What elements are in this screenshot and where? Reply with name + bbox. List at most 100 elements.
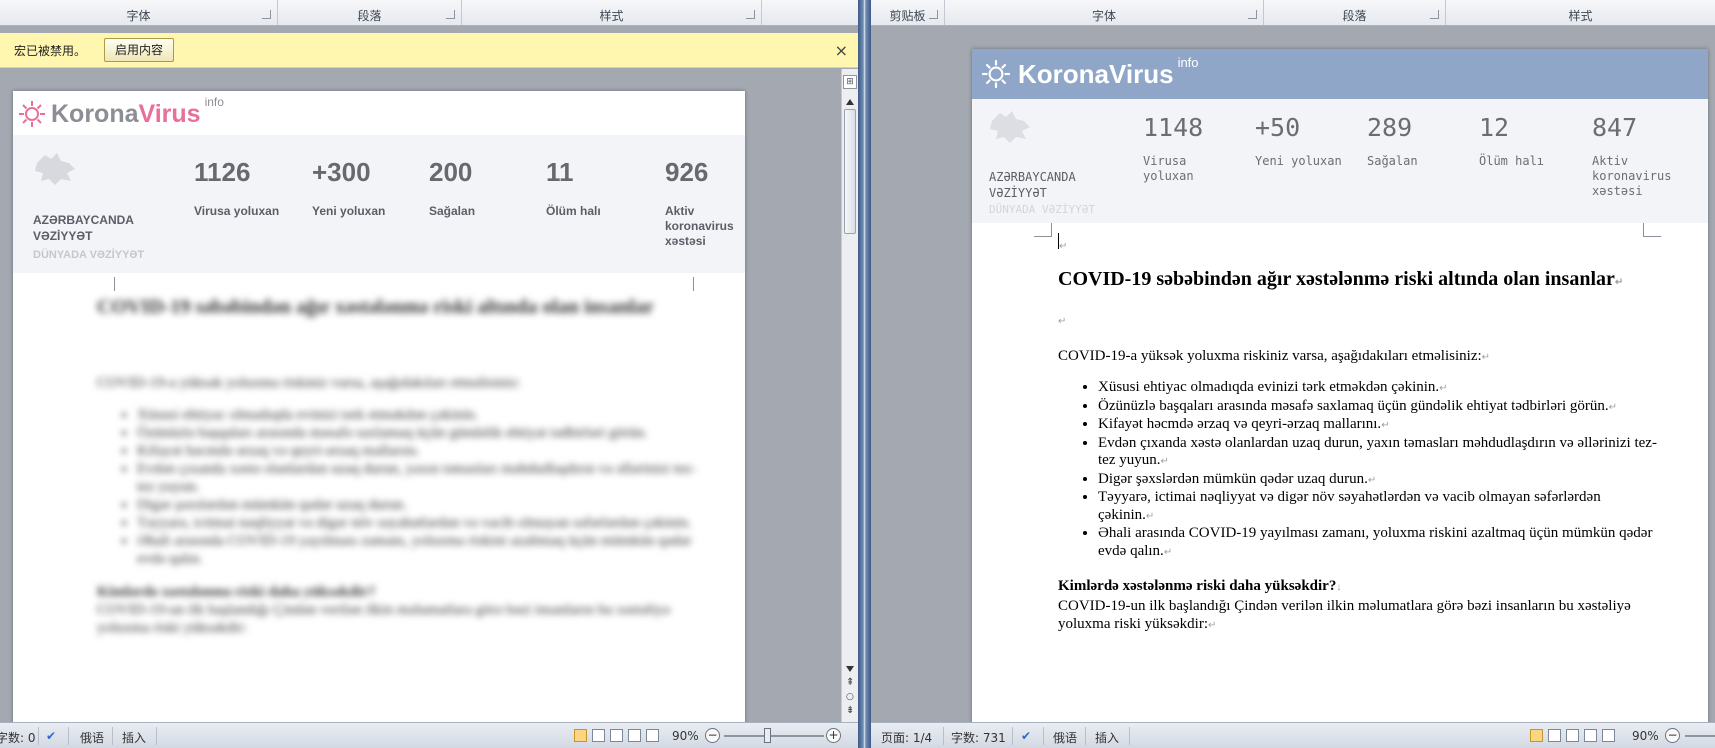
ruler-toggle-icon[interactable]: ⊞ <box>843 75 857 89</box>
zoom-out-button[interactable]: − <box>705 728 720 743</box>
zoom-slider-track[interactable] <box>724 735 824 737</box>
print-layout-view-icon[interactable] <box>1530 729 1543 742</box>
full-screen-reading-view-icon[interactable] <box>1548 729 1561 742</box>
stat-value: +50 <box>1255 113 1301 142</box>
document-area[interactable]: KoronaVirus info AZƏRBAYCANDA VƏZİYYƏT D… <box>0 69 841 722</box>
paragraph-mark: ↵ <box>1163 546 1173 558</box>
ribbon-group-styles[interactable]: 样式 <box>462 0 762 25</box>
print-layout-view-icon[interactable] <box>574 729 587 742</box>
language-indicator[interactable]: 俄语 <box>1053 729 1077 746</box>
ribbon-group-labels: 字体 段落 样式 <box>0 0 863 26</box>
document-body[interactable]: ↵ COVID-19 səbəbindən ağır xəstələnmə ri… <box>1058 233 1658 635</box>
insert-mode-indicator[interactable]: 插入 <box>1095 729 1119 746</box>
document-subheading: Kimlərdə xəstələnmə riski daha yüksəkdir… <box>1058 577 1658 597</box>
blurred-bullet: Əhali arasında COVID-19 yayılması zamanı… <box>137 532 697 568</box>
ribbon-group-label: 段落 <box>1342 9 1367 23</box>
ribbon-group-font[interactable]: 字体 <box>0 0 278 25</box>
dialog-launcher-icon[interactable] <box>446 10 455 19</box>
dialog-launcher-icon[interactable] <box>929 10 938 19</box>
status-separator <box>943 727 944 745</box>
outline-view-icon[interactable] <box>628 729 641 742</box>
zoom-slider-knob[interactable] <box>764 728 771 743</box>
vertical-scrollbar[interactable]: ⊞ ⇞ ○ ⇟ <box>841 69 858 722</box>
ribbon-group-labels: 剪贴板 字体 段落 样式 <box>871 0 1715 26</box>
paragraph-mark: ↵ <box>1145 510 1155 522</box>
blurred-bullet: Kifayət həcmdə ərzaq və qeyri-ərzaq mall… <box>137 442 697 460</box>
language-indicator[interactable]: 俄语 <box>80 729 104 746</box>
paragraph-mark: ↵ <box>1208 620 1217 631</box>
ribbon-group-styles[interactable]: 样式 <box>1446 0 1715 25</box>
insert-mode-indicator[interactable]: 插入 <box>122 729 146 746</box>
word-count[interactable]: 字数: 0 <box>0 729 36 746</box>
left-document-window: 字体 段落 样式 宏已被禁用。 启用内容 × Korona Virus info… <box>0 0 863 748</box>
draft-view-icon[interactable] <box>646 729 659 742</box>
virus-logo-icon <box>982 60 1010 88</box>
paragraph-mark: ↵ <box>1059 241 1068 252</box>
next-page-icon[interactable]: ⇟ <box>846 705 854 716</box>
stat-label: Ölüm halı <box>1479 154 1545 168</box>
ribbon-group-font[interactable]: 字体 <box>945 0 1264 25</box>
select-browse-object-icon[interactable]: ○ <box>846 692 854 702</box>
zoom-level[interactable]: 90% <box>672 729 699 743</box>
stat-recovered: 200 Sağalan <box>429 157 519 219</box>
document-page[interactable]: KoronaVirus info AZƏRBAYCANDA VƏZİYYƏT D… <box>972 49 1708 722</box>
bullet-text: Evdən çıxanda xəstə olanlardan uzaq duru… <box>1098 434 1657 469</box>
word-count[interactable]: 字数: 731 <box>951 729 1006 746</box>
dialog-launcher-icon[interactable] <box>1430 10 1439 19</box>
status-bar: 字数: 0 ✔ 俄语 插入 90% − + <box>0 722 863 748</box>
outline-view-icon[interactable] <box>1584 729 1597 742</box>
zoom-slider-track[interactable] <box>1685 735 1715 737</box>
blurred-subheading: Kimlərdə xəstələnmə riski daha yüksəkdir… <box>97 584 376 600</box>
ribbon-group-label: 样式 <box>1568 9 1593 23</box>
stat-label: Aktiv koronavirus xəstəsi <box>1592 154 1672 198</box>
ribbon-group-paragraph[interactable]: 段落 <box>1264 0 1446 25</box>
stat-label: Virusa yoluxan <box>194 204 280 218</box>
page-indicator[interactable]: 页面: 1/4 <box>881 729 932 746</box>
dialog-launcher-icon[interactable] <box>262 10 271 19</box>
region-title: AZƏRBAYCANDA VƏZİYYƏT <box>33 212 134 244</box>
zoom-out-button[interactable]: − <box>1665 728 1680 743</box>
bullet-item: Kifayət həcmdə ərzaq və qeyri-ərzaq mall… <box>1098 416 1658 435</box>
dialog-launcher-icon[interactable] <box>1248 10 1257 19</box>
document-area[interactable]: KoronaVirus info AZƏRBAYCANDA VƏZİYYƏT D… <box>871 27 1715 722</box>
zoom-in-button[interactable]: + <box>826 728 841 743</box>
ribbon-group-paragraph[interactable]: 段落 <box>278 0 462 25</box>
prev-page-icon[interactable]: ⇞ <box>846 677 854 688</box>
region-title-line2: VƏZİYYƏT <box>989 186 1047 200</box>
proofing-check-icon[interactable]: ✔ <box>46 729 56 743</box>
status-separator <box>156 727 157 745</box>
document-intro-text: COVID-19-a yüksək yoluxma riskiniz varsa… <box>1058 348 1482 364</box>
blurred-bullet-list: Xüsusi ehtiyac olmadıqda evinizi tərk et… <box>137 406 697 568</box>
world-status-link[interactable]: DÜNYADA VƏZİYYƏT <box>33 249 144 261</box>
full-screen-reading-view-icon[interactable] <box>592 729 605 742</box>
stat-value: 11 <box>546 157 574 187</box>
scroll-down-arrow-icon[interactable] <box>846 666 854 672</box>
document-page[interactable]: KoronaVirus info AZƏRBAYCANDA VƏZİYYƏT D… <box>13 91 745 722</box>
enable-content-button[interactable]: 启用内容 <box>104 38 175 62</box>
draft-view-icon[interactable] <box>1602 729 1615 742</box>
margin-crop-mark <box>97 277 115 291</box>
web-layout-view-icon[interactable] <box>610 729 623 742</box>
region-title-line1: AZƏRBAYCANDA <box>33 213 134 227</box>
text-cursor-line: ↵ <box>1058 233 1658 252</box>
bullet-list: Xüsusi ehtiyac olmadıqda evinizi tərk et… <box>1098 379 1658 561</box>
world-status-link[interactable]: DÜNYADA VƏZİYYƏT <box>989 203 1095 216</box>
blurred-intro: COVID-19-a yüksək yoluxma riskiniz varsa… <box>97 375 521 391</box>
blurred-document-body: COVID-19 səbəbindən ağır xəstələnmə risk… <box>97 295 697 637</box>
bullet-text: Digər şəxslərdən mümkün qədər uzaq durun… <box>1098 470 1368 487</box>
stats-panel: AZƏRBAYCANDA VƏZİYYƏT DÜNYADA VƏZİYYƏT 1… <box>13 135 745 273</box>
window-splitter[interactable] <box>858 0 871 748</box>
macro-disabled-message: 宏已被禁用。 <box>14 43 87 58</box>
dialog-launcher-icon[interactable] <box>746 10 755 19</box>
scroll-thumb[interactable] <box>844 109 856 234</box>
status-separator <box>1129 727 1130 745</box>
stat-recovered: 289 Sağalan <box>1367 113 1467 169</box>
close-icon[interactable]: × <box>835 41 848 60</box>
stat-value: 926 <box>665 157 709 187</box>
zoom-level[interactable]: 90% <box>1632 729 1659 743</box>
ribbon-group-clipboard[interactable]: 剪贴板 <box>871 0 945 25</box>
web-layout-view-icon[interactable] <box>1566 729 1579 742</box>
scroll-up-arrow-icon[interactable] <box>846 99 854 105</box>
proofing-check-icon[interactable]: ✔ <box>1021 729 1031 743</box>
status-separator <box>68 727 69 745</box>
